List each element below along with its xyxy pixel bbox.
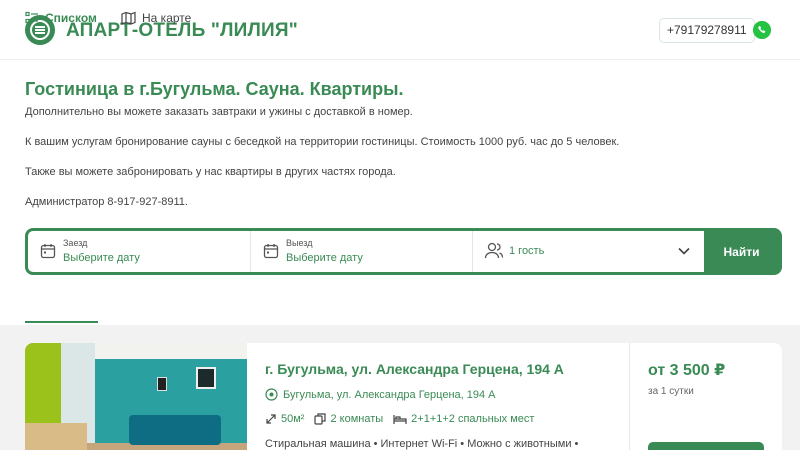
users-icon <box>484 242 504 259</box>
tab-map-label: На карте <box>142 11 192 25</box>
amenities-list: Стиральная машина • Интернет Wi-Fi • Мож… <box>265 438 579 450</box>
page-title: Гостиница в г.Бугульма. Сауна. Квартиры. <box>25 79 404 99</box>
resize-arrows-icon <box>266 414 276 424</box>
intro-paragraph: Также вы можете забронировать у нас квар… <box>25 166 396 178</box>
chevron-down-icon <box>678 247 690 255</box>
card-divider <box>629 343 630 450</box>
listing-address-text: Бугульма, ул. Александра Герцена, 194 А <box>283 388 496 401</box>
active-tab-indicator <box>25 321 98 323</box>
guests-value: 1 гость <box>509 245 545 257</box>
tab-list-view[interactable]: Списком <box>25 11 97 25</box>
listing-photo[interactable] <box>25 343 247 450</box>
phone-button[interactable]: +79179278911 <box>659 18 755 43</box>
whatsapp-icon[interactable] <box>753 21 771 39</box>
checkin-field[interactable]: Заезд Выберите дату <box>28 231 251 272</box>
list-icon <box>25 11 38 24</box>
rooms-icon <box>314 413 327 425</box>
area-value: 50м² <box>281 413 305 425</box>
checkin-label: Заезд <box>63 238 88 248</box>
calendar-icon <box>40 244 56 259</box>
view-tabs <box>0 289 800 325</box>
beds-value: 2+1+1+2 спальных мест <box>411 413 535 425</box>
area-feature: 50м² <box>265 413 304 425</box>
search-button[interactable]: Найти <box>704 231 779 272</box>
rooms-value: 2 комнаты <box>330 413 384 425</box>
intro-paragraph: Дополнительно вы можете заказать завтрак… <box>25 106 413 118</box>
listing-price: от 3 500 ₽ <box>648 362 726 379</box>
price-period: за 1 сутки <box>648 386 694 397</box>
rooms-feature: 2 комнаты <box>314 413 383 425</box>
listing-title[interactable]: г. Бугульма, ул. Александра Герцена, 194… <box>265 361 564 377</box>
booking-search-bar: Заезд Выберите дату Выезд Выберите дату … <box>25 228 782 275</box>
guests-select[interactable]: 1 гость <box>473 231 704 272</box>
beds-feature: 2+1+1+2 спальных мест <box>393 413 534 425</box>
checkout-value: Выберите дату <box>286 252 363 264</box>
listing-features: 50м² 2 комнаты 2+1+1+2 спальных мест <box>265 413 534 425</box>
tab-map-view[interactable]: На карте <box>121 11 191 25</box>
map-icon <box>121 11 136 25</box>
calendar-icon <box>263 244 279 259</box>
book-button[interactable] <box>648 442 764 450</box>
checkin-value: Выберите дату <box>63 252 140 264</box>
admin-contact: Администратор 8-917-927-8911. <box>25 196 188 208</box>
checkout-label: Выезд <box>286 238 313 248</box>
location-pin-icon <box>265 388 278 401</box>
intro-paragraph: К вашим услугам бронирование сауны с бес… <box>25 136 620 148</box>
tab-list-label: Списком <box>45 11 97 25</box>
checkout-field[interactable]: Выезд Выберите дату <box>251 231 473 272</box>
bed-icon <box>393 415 407 424</box>
listing-address: Бугульма, ул. Александра Герцена, 194 А <box>265 388 496 401</box>
intro-section <box>0 61 800 325</box>
